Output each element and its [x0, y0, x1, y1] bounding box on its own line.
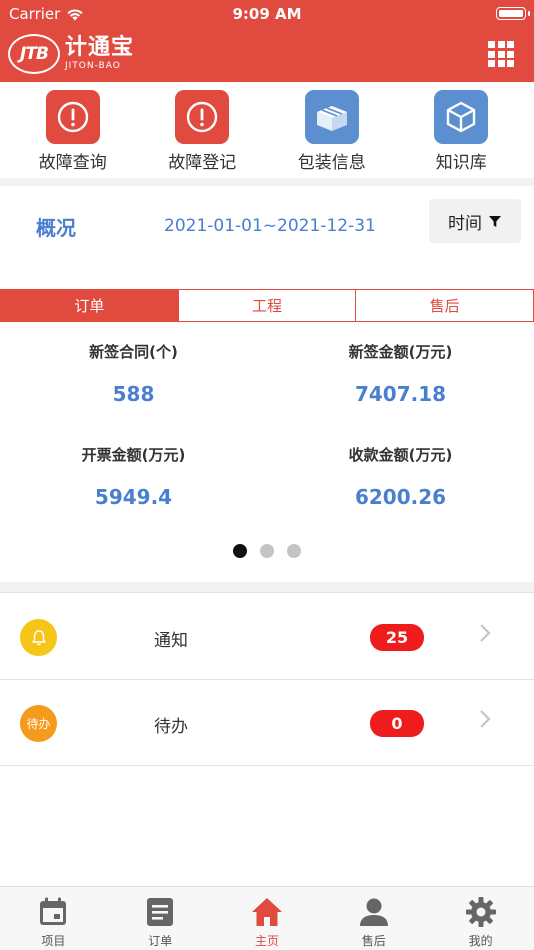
todo-count-badge: 0	[370, 710, 424, 737]
tabbar-label: 主页	[254, 934, 279, 948]
tabbar-item-projects[interactable]: 项目	[0, 887, 107, 950]
quick-actions: 故障查询 故障登记 包装信息 知识库	[0, 82, 534, 178]
category-tabs: 订单 工程 售后	[0, 289, 534, 322]
tabbar-label: 我的	[468, 934, 493, 948]
notification-label: 通知	[154, 631, 188, 651]
notification-row[interactable]: 通知 25	[0, 594, 534, 680]
stat-label: 新签金额(万元)	[348, 343, 453, 361]
stat-new-contracts: 新签合同(个) 588	[0, 341, 267, 406]
tabbar-item-orders[interactable]: 订单	[107, 887, 214, 950]
quick-fault-register-label: 故障登记	[168, 153, 237, 173]
grid-menu-icon[interactable]	[488, 41, 514, 67]
filter-icon	[489, 216, 501, 227]
time-filter-label: 时间	[448, 213, 482, 234]
chevron-right-icon	[480, 624, 491, 642]
stat-invoice-amount: 开票金额(万元) 5949.4	[0, 444, 267, 509]
package-icon	[304, 90, 359, 144]
battery-icon	[496, 7, 530, 20]
stat-value: 6200.26	[354, 485, 447, 509]
stat-label: 新签合同(个)	[89, 343, 178, 361]
stat-value: 7407.18	[354, 382, 447, 406]
stat-new-amount: 新签金额(万元) 7407.18	[267, 341, 534, 406]
stats-panel: 新签合同(个) 588 新签金额(万元) 7407.18 开票金额(万元) 59…	[0, 322, 534, 532]
overview-section: 概况 2021-01-01~2021-12-31 时间	[0, 186, 534, 286]
alert-icon	[175, 90, 230, 144]
gear-icon	[464, 895, 498, 929]
tab-orders[interactable]: 订单	[1, 290, 179, 321]
section-divider	[0, 178, 534, 186]
tabbar-label: 项目	[41, 934, 66, 948]
app-header: Carrier 9:09 AM JTB 计通宝 JITON-BAO	[0, 0, 534, 82]
quick-package-info[interactable]: 包装信息	[272, 82, 392, 178]
status-bar: Carrier 9:09 AM	[0, 0, 534, 28]
tabbar-item-after-sales[interactable]: 售后	[320, 887, 427, 950]
notification-count-badge: 25	[370, 624, 424, 651]
home-icon	[250, 895, 284, 929]
quick-package-info-label: 包装信息	[297, 153, 366, 173]
todo-row[interactable]: 待办 待办 0	[0, 680, 534, 766]
page-dot[interactable]	[260, 544, 274, 558]
bottom-tab-bar: 项目 订单 主页 售后 我的	[0, 886, 534, 950]
quick-fault-query-label: 故障查询	[38, 153, 107, 173]
stat-value: 5949.4	[94, 485, 173, 509]
cube-icon	[434, 90, 489, 144]
logo-text: 计通宝 JITON-BAO	[65, 37, 134, 71]
alert-icon	[45, 90, 100, 144]
overview-title: 概况	[36, 216, 76, 240]
page-indicator	[0, 544, 534, 558]
stat-label: 收款金额(万元)	[348, 446, 453, 464]
tab-after-sales[interactable]: 售后	[356, 290, 533, 321]
quick-knowledge-base-label: 知识库	[435, 153, 487, 173]
app-logo: JTB 计通宝 JITON-BAO	[8, 34, 134, 74]
user-icon	[357, 895, 391, 929]
tabbar-label: 售后	[361, 934, 386, 948]
quick-fault-register[interactable]: 故障登记	[142, 82, 262, 178]
tabbar-item-home[interactable]: 主页	[214, 887, 321, 950]
tabbar-item-mine[interactable]: 我的	[427, 887, 534, 950]
tabbar-label: 订单	[148, 934, 173, 948]
logo-title: 计通宝	[65, 35, 135, 60]
section-divider	[0, 582, 534, 593]
tab-engineering[interactable]: 工程	[179, 290, 357, 321]
chevron-right-icon	[480, 710, 491, 728]
status-time: 9:09 AM	[232, 5, 302, 23]
stat-receipt-amount: 收款金额(万元) 6200.26	[267, 444, 534, 509]
document-icon	[143, 895, 177, 929]
page-dot[interactable]	[233, 544, 247, 558]
stat-value: 588	[112, 382, 155, 406]
page-dot[interactable]	[287, 544, 301, 558]
logo-badge: JTB	[8, 34, 60, 74]
overview-date-range[interactable]: 2021-01-01~2021-12-31	[164, 216, 376, 236]
logo-subtitle: JITON-BAO	[65, 61, 121, 71]
quick-fault-query[interactable]: 故障查询	[13, 82, 133, 178]
stat-label: 开票金额(万元)	[81, 446, 186, 464]
bell-icon	[20, 619, 57, 656]
time-filter-button[interactable]: 时间	[429, 199, 521, 243]
todo-label: 待办	[154, 717, 188, 737]
calendar-icon	[36, 895, 70, 929]
quick-knowledge-base[interactable]: 知识库	[401, 82, 521, 178]
todo-icon: 待办	[20, 705, 57, 742]
